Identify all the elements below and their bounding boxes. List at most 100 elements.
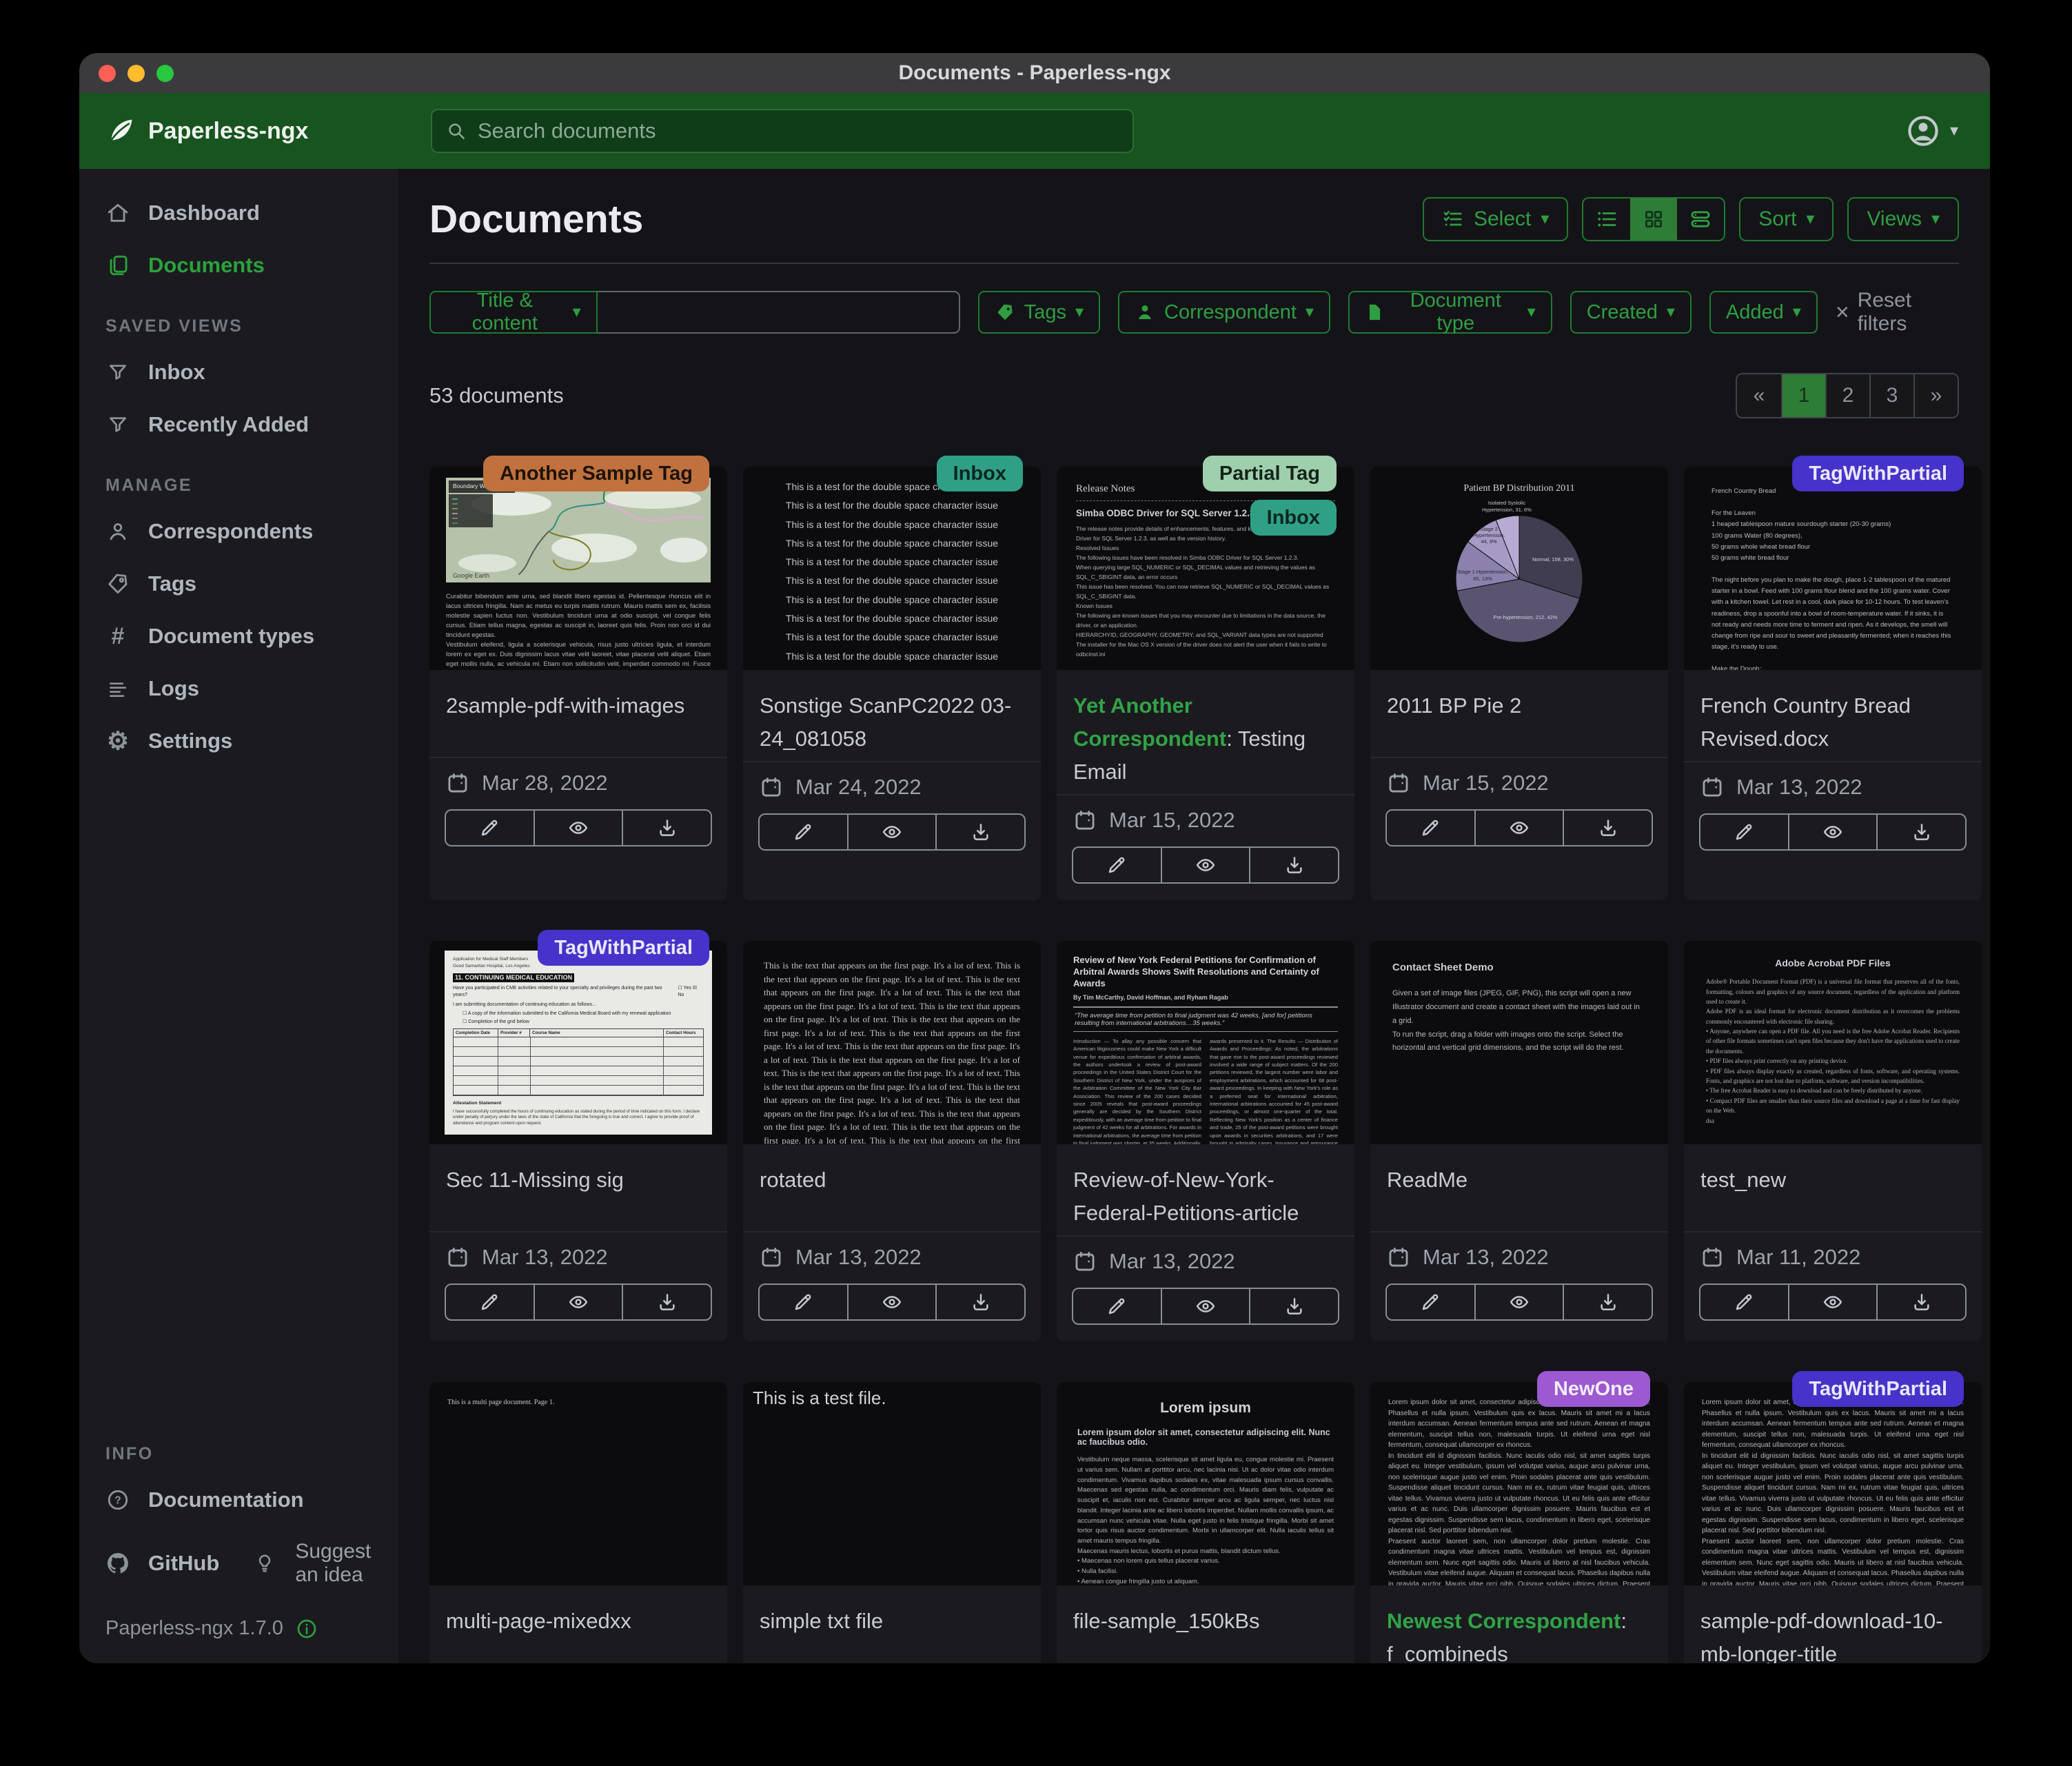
- document-title[interactable]: multi-page-mixedxx: [429, 1585, 727, 1663]
- document-thumbnail[interactable]: Application for Medical Staff Members Go…: [429, 941, 727, 1144]
- document-title[interactable]: Newest Correspondent: f_combineds: [1370, 1585, 1668, 1663]
- search-input[interactable]: [478, 119, 1119, 143]
- document-title[interactable]: ReadMe: [1370, 1144, 1668, 1231]
- document-thumbnail[interactable]: This is a multi page document. Page 1.: [429, 1382, 727, 1585]
- view-button[interactable]: [847, 1285, 936, 1319]
- document-thumbnail[interactable]: Review of New York Federal Petitions for…: [1057, 941, 1354, 1144]
- user-menu[interactable]: ▾: [1906, 114, 1958, 148]
- edit-button[interactable]: [446, 1285, 534, 1319]
- edit-button[interactable]: [1073, 848, 1161, 882]
- document-thumbnail[interactable]: Lorem ipsum Lorem ipsum dolor sit amet, …: [1057, 1382, 1354, 1585]
- download-button[interactable]: [1563, 1285, 1652, 1319]
- title-content-input[interactable]: [598, 291, 960, 334]
- document-title[interactable]: 2sample-pdf-with-images: [429, 670, 727, 757]
- document-title[interactable]: French Country Bread Revised.docx: [1684, 670, 1982, 761]
- sidebar-item-settings[interactable]: ⚙ Settings: [79, 715, 398, 767]
- document-title[interactable]: Sec 11-Missing sig: [429, 1144, 727, 1231]
- view-button[interactable]: [847, 815, 936, 849]
- maximize-window-button[interactable]: [156, 65, 174, 82]
- download-button[interactable]: [1249, 1289, 1338, 1323]
- tags-filter-button[interactable]: Tags ▾: [978, 291, 1100, 334]
- view-button[interactable]: [1474, 1285, 1563, 1319]
- document-thumbnail[interactable]: Contact Sheet Demo Given a set of image …: [1370, 941, 1668, 1144]
- document-title[interactable]: sample-pdf-download-10-mb-longer-title: [1684, 1585, 1982, 1663]
- document-title[interactable]: test_new: [1684, 1144, 1982, 1231]
- select-button[interactable]: Select ▾: [1423, 197, 1568, 241]
- correspondent-link[interactable]: Newest Correspondent: [1387, 1609, 1621, 1633]
- tag-badge[interactable]: TagWithPartial: [1792, 456, 1964, 491]
- pagination-next[interactable]: »: [1913, 374, 1958, 417]
- tag-badge[interactable]: Partial Tag: [1203, 456, 1337, 491]
- edit-button[interactable]: [1387, 1285, 1474, 1319]
- document-title[interactable]: 2011 BP Pie 2: [1370, 670, 1668, 757]
- document-thumbnail[interactable]: This is the text that appears on the fir…: [743, 941, 1041, 1144]
- tag-badge[interactable]: Another Sample Tag: [483, 456, 709, 491]
- document-title[interactable]: rotated: [743, 1144, 1041, 1231]
- title-content-filter-button[interactable]: Title & content ▾: [429, 291, 598, 334]
- document-thumbnail[interactable]: This is a test file.: [743, 1382, 1041, 1585]
- document-title[interactable]: simple txt file: [743, 1585, 1041, 1663]
- tag-badge[interactable]: TagWithPartial: [538, 930, 709, 966]
- sidebar-item-suggest-idea[interactable]: Suggest an idea: [226, 1526, 398, 1601]
- view-button[interactable]: [534, 1285, 622, 1319]
- document-type-filter-button[interactable]: Document type ▾: [1348, 291, 1552, 334]
- edit-button[interactable]: [1387, 811, 1474, 845]
- document-thumbnail[interactable]: Lorem ipsum dolor sit amet, consectetur …: [1684, 1382, 1982, 1585]
- document-thumbnail[interactable]: Lorem ipsum dolor sit amet, consectetur …: [1370, 1382, 1668, 1585]
- correspondent-link[interactable]: Yet Another Correspondent: [1073, 693, 1226, 751]
- document-title[interactable]: Review-of-New-York-Federal-Petitions-art…: [1057, 1144, 1354, 1235]
- added-filter-button[interactable]: Added ▾: [1709, 291, 1818, 334]
- edit-button[interactable]: [1700, 815, 1788, 849]
- sidebar-item-logs[interactable]: Logs: [79, 662, 398, 715]
- pagination-page-2[interactable]: 2: [1825, 374, 1869, 417]
- sidebar-item-correspondents[interactable]: Correspondents: [79, 505, 398, 558]
- edit-button[interactable]: [760, 1285, 847, 1319]
- download-button[interactable]: [1563, 811, 1652, 845]
- edit-button[interactable]: [760, 815, 847, 849]
- sidebar-item-documentation[interactable]: ? Documentation: [79, 1474, 398, 1526]
- document-thumbnail[interactable]: Patient BP Distribution 2011 Isolate: [1370, 467, 1668, 670]
- detail-view-button[interactable]: [1677, 199, 1724, 240]
- reset-filters-button[interactable]: × Reset filters: [1836, 289, 1959, 336]
- document-thumbnail[interactable]: Boundary Waters Trip Google Earth Curabi…: [429, 467, 727, 670]
- correspondent-filter-button[interactable]: Correspondent ▾: [1118, 291, 1330, 334]
- document-thumbnail[interactable]: French Country Bread For the Leaven 1 he…: [1684, 467, 1982, 670]
- sidebar-item-dashboard[interactable]: Dashboard: [79, 187, 398, 239]
- download-button[interactable]: [1876, 815, 1965, 849]
- tag-badge[interactable]: Inbox: [1250, 500, 1337, 536]
- download-button[interactable]: [935, 815, 1024, 849]
- document-thumbnail[interactable]: Adobe Acrobat PDF Files Adobe® Portable …: [1684, 941, 1982, 1144]
- document-thumbnail[interactable]: This is a test for the double space char…: [743, 467, 1041, 670]
- tag-badge[interactable]: Inbox: [937, 456, 1023, 491]
- minimize-window-button[interactable]: [128, 65, 145, 82]
- sort-button[interactable]: Sort ▾: [1739, 197, 1834, 241]
- global-search[interactable]: [431, 109, 1134, 153]
- created-filter-button[interactable]: Created ▾: [1570, 291, 1692, 334]
- document-title[interactable]: Yet Another Correspondent: Testing Email: [1057, 670, 1354, 794]
- sidebar-item-document-types[interactable]: # Document types: [79, 610, 398, 662]
- download-button[interactable]: [1249, 848, 1338, 882]
- grid-view-button[interactable]: [1630, 199, 1677, 240]
- views-button[interactable]: Views ▾: [1847, 197, 1959, 241]
- sidebar-item-inbox[interactable]: Inbox: [79, 346, 398, 398]
- tag-badge[interactable]: TagWithPartial: [1792, 1371, 1964, 1407]
- view-button[interactable]: [1474, 811, 1563, 845]
- edit-button[interactable]: [1073, 1289, 1161, 1323]
- tag-badge[interactable]: NewOne: [1537, 1371, 1650, 1407]
- view-button[interactable]: [534, 811, 622, 845]
- app-brand[interactable]: Paperless-ngx: [105, 116, 308, 146]
- list-view-button[interactable]: [1583, 199, 1630, 240]
- download-button[interactable]: [1876, 1285, 1965, 1319]
- sidebar-item-recently-added[interactable]: Recently Added: [79, 398, 398, 451]
- view-button[interactable]: [1788, 1285, 1877, 1319]
- pagination-prev[interactable]: «: [1737, 374, 1781, 417]
- sidebar-item-github[interactable]: GitHub: [79, 1537, 226, 1590]
- download-button[interactable]: [622, 811, 711, 845]
- download-button[interactable]: [935, 1285, 1024, 1319]
- info-icon[interactable]: [296, 1618, 318, 1640]
- download-button[interactable]: [622, 1285, 711, 1319]
- pagination-page-3[interactable]: 3: [1869, 374, 1913, 417]
- document-title[interactable]: file-sample_150kBs: [1057, 1585, 1354, 1663]
- close-window-button[interactable]: [99, 65, 116, 82]
- sidebar-item-tags[interactable]: Tags: [79, 558, 398, 610]
